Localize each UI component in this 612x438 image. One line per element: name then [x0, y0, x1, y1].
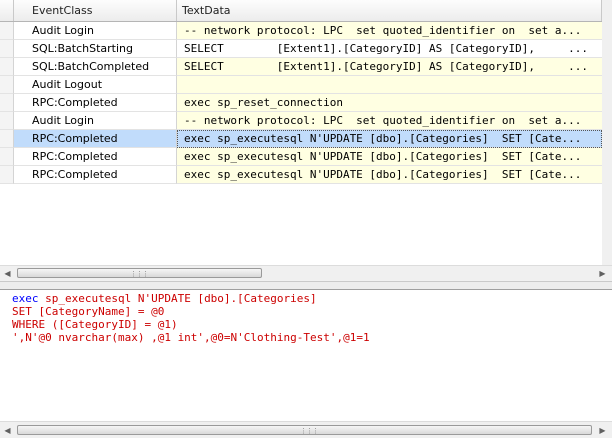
table-row[interactable]: Audit Login -- network protocol: LPC set … [0, 22, 612, 40]
sql-keyword-exec: exec [12, 292, 39, 305]
thumb-grip-icon: ⋮⋮⋮ [300, 427, 319, 435]
textdata-detail-pane[interactable]: exec sp_executesql N'UPDATE [dbo].[Categ… [0, 290, 612, 420]
textdata-cell[interactable]: exec sp_reset_connection [177, 94, 602, 112]
eventclass-cell[interactable]: RPC:Completed [14, 130, 177, 148]
textdata-cell[interactable]: SELECT [Extent1].[CategoryID] AS [Catego… [177, 40, 602, 58]
sql-line-3: WHERE ([CategoryID] = @1) [12, 318, 178, 331]
pane-splitter[interactable] [0, 281, 612, 290]
eventclass-cell[interactable]: SQL:BatchStarting [14, 40, 177, 58]
row-indicator [0, 94, 14, 112]
eventclass-cell[interactable]: SQL:BatchCompleted [14, 58, 177, 76]
eventclass-cell[interactable]: Audit Logout [14, 76, 177, 94]
table-row[interactable]: RPC:Completed exec sp_executesql N'UPDATE… [0, 148, 612, 166]
eventclass-cell[interactable]: Audit Login [14, 22, 177, 40]
row-indicator [0, 76, 14, 94]
scroll-right-arrow-icon[interactable]: ▶ [595, 267, 610, 280]
grid-vertical-scrollbar[interactable] [602, 0, 612, 283]
thumb-grip-icon: ⋮⋮⋮ [130, 270, 149, 278]
table-row[interactable]: Audit Logout [0, 76, 612, 94]
grid-header: EventClass TextData [0, 0, 612, 22]
eventclass-cell[interactable]: RPC:Completed [14, 94, 177, 112]
row-indicator [0, 130, 14, 148]
row-indicator [0, 112, 14, 130]
scroll-right-arrow-icon[interactable]: ▶ [595, 424, 610, 437]
textdata-cell[interactable]: exec sp_executesql N'UPDATE [dbo].[Categ… [177, 148, 602, 166]
textdata-column-header[interactable]: TextData [177, 0, 602, 21]
row-indicator-header [0, 0, 14, 21]
sql-line-1: sp_executesql N'UPDATE [dbo].[Categories… [38, 292, 317, 305]
eventclass-cell[interactable]: RPC:Completed [14, 148, 177, 166]
sql-code: exec sp_executesql N'UPDATE [dbo].[Categ… [12, 292, 370, 344]
table-row[interactable]: RPC:Completed exec sp_executesql N'UPDATE… [0, 130, 612, 148]
row-indicator [0, 166, 14, 184]
table-row[interactable]: SQL:BatchStarting SELECT [Extent1].[Categ… [0, 40, 612, 58]
scrollbar-thumb[interactable]: ⋮⋮⋮ [17, 268, 262, 278]
eventclass-column-header[interactable]: EventClass [14, 0, 177, 21]
scroll-left-arrow-icon[interactable]: ◀ [0, 267, 15, 280]
textdata-cell[interactable]: -- network protocol: LPC set quoted_iden… [177, 22, 602, 40]
sql-line-4: ',N'@0 nvarchar(max) ,@1 int',@0=N'Cloth… [12, 331, 370, 344]
table-row[interactable]: SQL:BatchCompleted SELECT [Extent1].[Cate… [0, 58, 612, 76]
row-indicator [0, 58, 14, 76]
textdata-cell[interactable]: -- network protocol: LPC set quoted_iden… [177, 112, 602, 130]
eventclass-cell[interactable]: RPC:Completed [14, 166, 177, 184]
grid-horizontal-scrollbar[interactable]: ◀ ⋮⋮⋮ ▶ [0, 265, 612, 281]
textdata-cell[interactable]: exec sp_executesql N'UPDATE [dbo].[Categ… [177, 166, 602, 184]
row-indicator [0, 22, 14, 40]
sql-line-2: SET [CategoryName] = @0 [12, 305, 165, 318]
textdata-cell[interactable]: exec sp_executesql N'UPDATE [dbo].[Categ… [177, 130, 602, 148]
row-indicator [0, 148, 14, 166]
eventclass-cell[interactable]: Audit Login [14, 112, 177, 130]
textdata-cell[interactable]: SELECT [Extent1].[CategoryID] AS [Catego… [177, 58, 602, 76]
textdata-cell[interactable] [177, 76, 602, 94]
detail-horizontal-scrollbar[interactable]: ◀ ⋮⋮⋮ ▶ [0, 421, 612, 438]
table-row[interactable]: Audit Login -- network protocol: LPC set … [0, 112, 612, 130]
table-row[interactable]: RPC:Completed exec sp_executesql N'UPDATE… [0, 166, 612, 184]
scroll-left-arrow-icon[interactable]: ◀ [0, 424, 15, 437]
trace-events-grid[interactable]: EventClass TextData Audit Login -- networ… [0, 0, 612, 283]
scrollbar-thumb[interactable]: ⋮⋮⋮ [17, 425, 592, 435]
row-indicator [0, 40, 14, 58]
table-row[interactable]: RPC:Completed exec sp_reset_connection [0, 94, 612, 112]
